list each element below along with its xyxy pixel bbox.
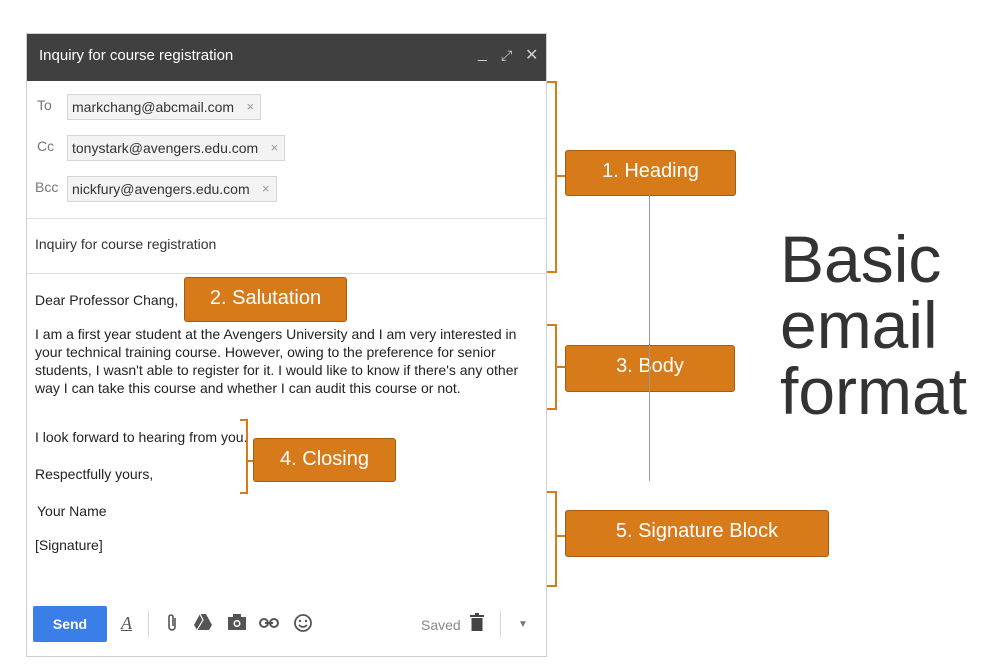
to-recipient-chip[interactable]: markchang@abcmail.com ×: [67, 94, 262, 120]
remove-recipient-icon[interactable]: ×: [262, 181, 270, 196]
caption-line: format: [780, 354, 968, 428]
to-recipient-address: markchang@abcmail.com: [72, 99, 235, 115]
signature-connector: [555, 535, 565, 537]
signature-name: Your Name: [37, 503, 107, 519]
compose-title-bar[interactable]: Inquiry for course registration _ ⤢ ✕: [27, 34, 546, 81]
closing-label: 4. Closing: [253, 438, 396, 482]
bcc-recipient-address: nickfury@avengers.edu.com: [72, 181, 250, 197]
attach-icon[interactable]: [166, 613, 178, 638]
caption-line: Basic: [780, 222, 942, 296]
saved-status: Saved: [421, 617, 461, 633]
cc-label: Cc: [37, 138, 55, 154]
format-text-icon[interactable]: A: [121, 613, 132, 634]
emoji-icon[interactable]: [293, 613, 313, 638]
signature-placeholder: [Signature]: [35, 537, 103, 553]
diagram-caption: Basic email format: [780, 226, 967, 424]
body-paragraph: I am a first year student at the Avenger…: [35, 326, 519, 396]
link-icon[interactable]: [259, 613, 279, 634]
closing-text: I look forward to hearing from you.: [35, 429, 248, 445]
closing-bracket: [240, 419, 248, 494]
connector-line: [649, 195, 650, 481]
full-screen-icon[interactable]: ⤢: [501, 47, 512, 64]
minimize-icon[interactable]: _: [478, 45, 487, 63]
subject-field[interactable]: Inquiry for course registration: [35, 236, 216, 252]
toolbar-separator: [148, 611, 149, 637]
salutation-label: 2. Salutation: [184, 277, 347, 322]
send-button[interactable]: Send: [33, 606, 107, 642]
heading-label: 1. Heading: [565, 150, 736, 196]
compose-window: Inquiry for course registration _ ⤢ ✕ To…: [26, 33, 547, 657]
remove-recipient-icon[interactable]: ×: [271, 140, 279, 155]
sign-off-text: Respectfully yours,: [35, 466, 154, 482]
salutation-text: Dear Professor Chang,: [35, 292, 179, 308]
window-title: Inquiry for course registration: [39, 47, 234, 64]
bcc-label: Bcc: [35, 179, 59, 195]
heading-connector: [555, 175, 565, 177]
body-connector: [555, 366, 565, 368]
signature-bracket: [547, 491, 557, 587]
body-label: 3. Body: [565, 345, 735, 392]
subject-divider: [27, 273, 546, 274]
drive-icon[interactable]: [193, 613, 213, 636]
cc-recipient-address: tonystark@avengers.edu.com: [72, 140, 259, 156]
heading-bracket: [547, 81, 557, 273]
signature-block-label: 5. Signature Block: [565, 510, 829, 557]
photo-icon[interactable]: [227, 613, 247, 636]
remove-recipient-icon[interactable]: ×: [246, 99, 254, 114]
bcc-recipient-chip[interactable]: nickfury@avengers.edu.com ×: [67, 176, 277, 202]
cc-recipient-chip[interactable]: tonystark@avengers.edu.com ×: [67, 135, 286, 161]
more-options-icon[interactable]: ▼: [518, 619, 528, 630]
toolbar-separator: [500, 611, 501, 637]
recipients-divider: [27, 218, 546, 219]
close-icon[interactable]: ✕: [525, 45, 538, 65]
caption-line: email: [780, 288, 938, 362]
trash-icon[interactable]: [470, 613, 484, 636]
to-label: To: [37, 97, 52, 113]
compose-toolbar: Send A Saved ▼: [27, 591, 546, 657]
